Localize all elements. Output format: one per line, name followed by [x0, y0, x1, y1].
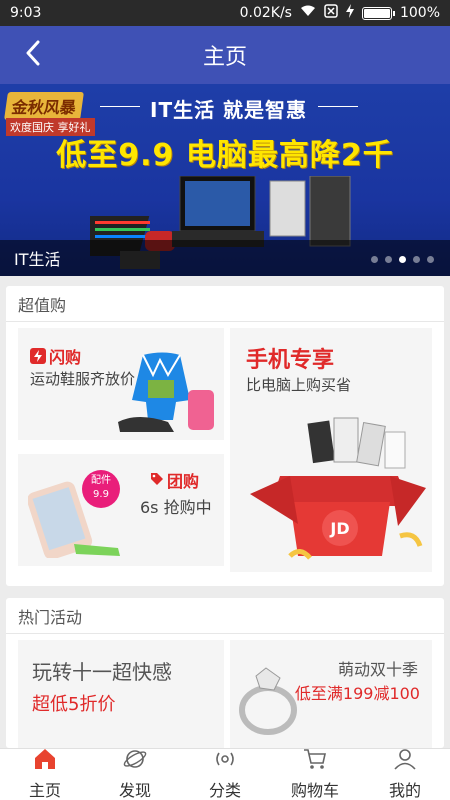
tab-label: 主页 — [28, 781, 61, 800]
banner-dot[interactable] — [385, 256, 392, 263]
network-speed: 0.02K/s — [239, 5, 292, 21]
badge-title: 配件 — [91, 475, 111, 486]
chevron-left-icon — [25, 40, 41, 70]
user-icon — [393, 748, 417, 774]
flash-sale-panel[interactable]: 闪购 运动鞋服齐放价 — [18, 328, 224, 440]
group-buy-panel[interactable]: 配件 9.9 团购 6s 抢购中 — [18, 454, 224, 566]
battery-icon — [361, 6, 395, 20]
flash-sale-text: 闪购 — [49, 348, 82, 367]
tab-label: 分类 — [208, 781, 241, 800]
activity-section: 热门活动 玩转十一超快感 超低5折价 萌动双十季 低至满199减100 — [6, 598, 444, 748]
section-title: 超值购 — [6, 286, 444, 322]
tab-cart[interactable]: 购物车 — [270, 749, 360, 800]
phone-deals-title: 手机专享 — [246, 348, 335, 373]
phone-deals-panel[interactable]: 手机专享 比电脑上购买省 JD — [230, 328, 432, 572]
battery-percent: 100% — [399, 5, 440, 21]
banner-tag-main: 金秋风暴 — [4, 92, 84, 120]
phone-deals-tagline: 比电脑上购买省 — [246, 376, 352, 394]
banner-dot[interactable] — [399, 256, 406, 263]
jacket-shoes-image — [118, 352, 214, 432]
tab-profile[interactable]: 我的 — [360, 749, 450, 800]
no-sim-icon — [324, 4, 338, 22]
activity-holiday-promo: 超低5折价 — [32, 694, 116, 715]
bottom-tab-bar: 主页 发现 分类 购物车 我的 — [0, 748, 450, 800]
value-section: 超值购 闪购 运动鞋服齐放价 配件 9.9 团购 6s 抢购中 手机专享 比电脑… — [6, 286, 444, 586]
flash-sale-label: 闪购 — [30, 344, 81, 368]
section-title: 热门活动 — [6, 598, 444, 634]
gift-box-logo: JD — [329, 519, 349, 538]
banner-caption-text: IT生活 — [14, 250, 61, 269]
badge-price: 9.9 — [93, 489, 109, 500]
tab-discover[interactable]: 发现 — [90, 749, 180, 800]
tab-label: 我的 — [388, 781, 421, 800]
activity-double-ten-panel[interactable]: 萌动双十季 低至满199减100 — [230, 640, 432, 748]
group-buy-text: 团购 — [167, 472, 200, 491]
cart-icon — [303, 748, 327, 774]
gift-box-image: JD — [250, 417, 426, 560]
tag-icon — [150, 471, 164, 490]
promo-banner[interactable]: 金秋风暴 欢度国庆 享好礼 IT生活 就是智惠 低至9.9 电脑最高降2千 IT… — [0, 84, 450, 276]
status-time: 9:03 — [10, 5, 42, 21]
banner-divider — [100, 106, 140, 107]
back-button[interactable] — [16, 38, 50, 72]
tab-label: 购物车 — [290, 781, 339, 800]
status-bar: 9:03 0.02K/s 100% — [0, 0, 450, 26]
tab-home[interactable]: 主页 — [0, 749, 90, 800]
accessory-price-badge: 配件 9.9 — [82, 470, 120, 508]
activity-double-ten-promo: 低至满199减100 — [294, 684, 420, 703]
banner-headline: 低至9.9 电脑最高降2千 — [56, 138, 394, 173]
charging-icon — [345, 4, 354, 22]
banner-dot[interactable] — [427, 256, 434, 263]
banner-subtitle: IT生活 就是智惠 — [150, 98, 308, 122]
banner-divider — [318, 106, 358, 107]
broadcast-icon — [213, 748, 237, 774]
banner-pagination[interactable] — [371, 256, 434, 263]
banner-dot[interactable] — [371, 256, 378, 263]
lightning-icon — [30, 348, 46, 364]
home-icon — [33, 748, 57, 774]
status-indicators: 0.02K/s 100% — [240, 4, 440, 22]
activity-double-ten-title: 萌动双十季 — [337, 660, 418, 679]
activity-holiday-panel[interactable]: 玩转十一超快感 超低5折价 — [18, 640, 224, 748]
tab-label: 发现 — [118, 781, 151, 800]
group-buy-tagline: 6s 抢购中 — [140, 498, 212, 517]
app-header: 主页 — [0, 26, 450, 84]
banner-dot[interactable] — [413, 256, 420, 263]
page-title: 主页 — [202, 45, 247, 70]
activity-holiday-title: 玩转十一超快感 — [32, 660, 172, 684]
planet-icon — [123, 748, 147, 774]
wifi-icon — [300, 5, 316, 21]
tab-category[interactable]: 分类 — [180, 749, 270, 800]
group-buy-label: 团购 — [150, 468, 199, 492]
